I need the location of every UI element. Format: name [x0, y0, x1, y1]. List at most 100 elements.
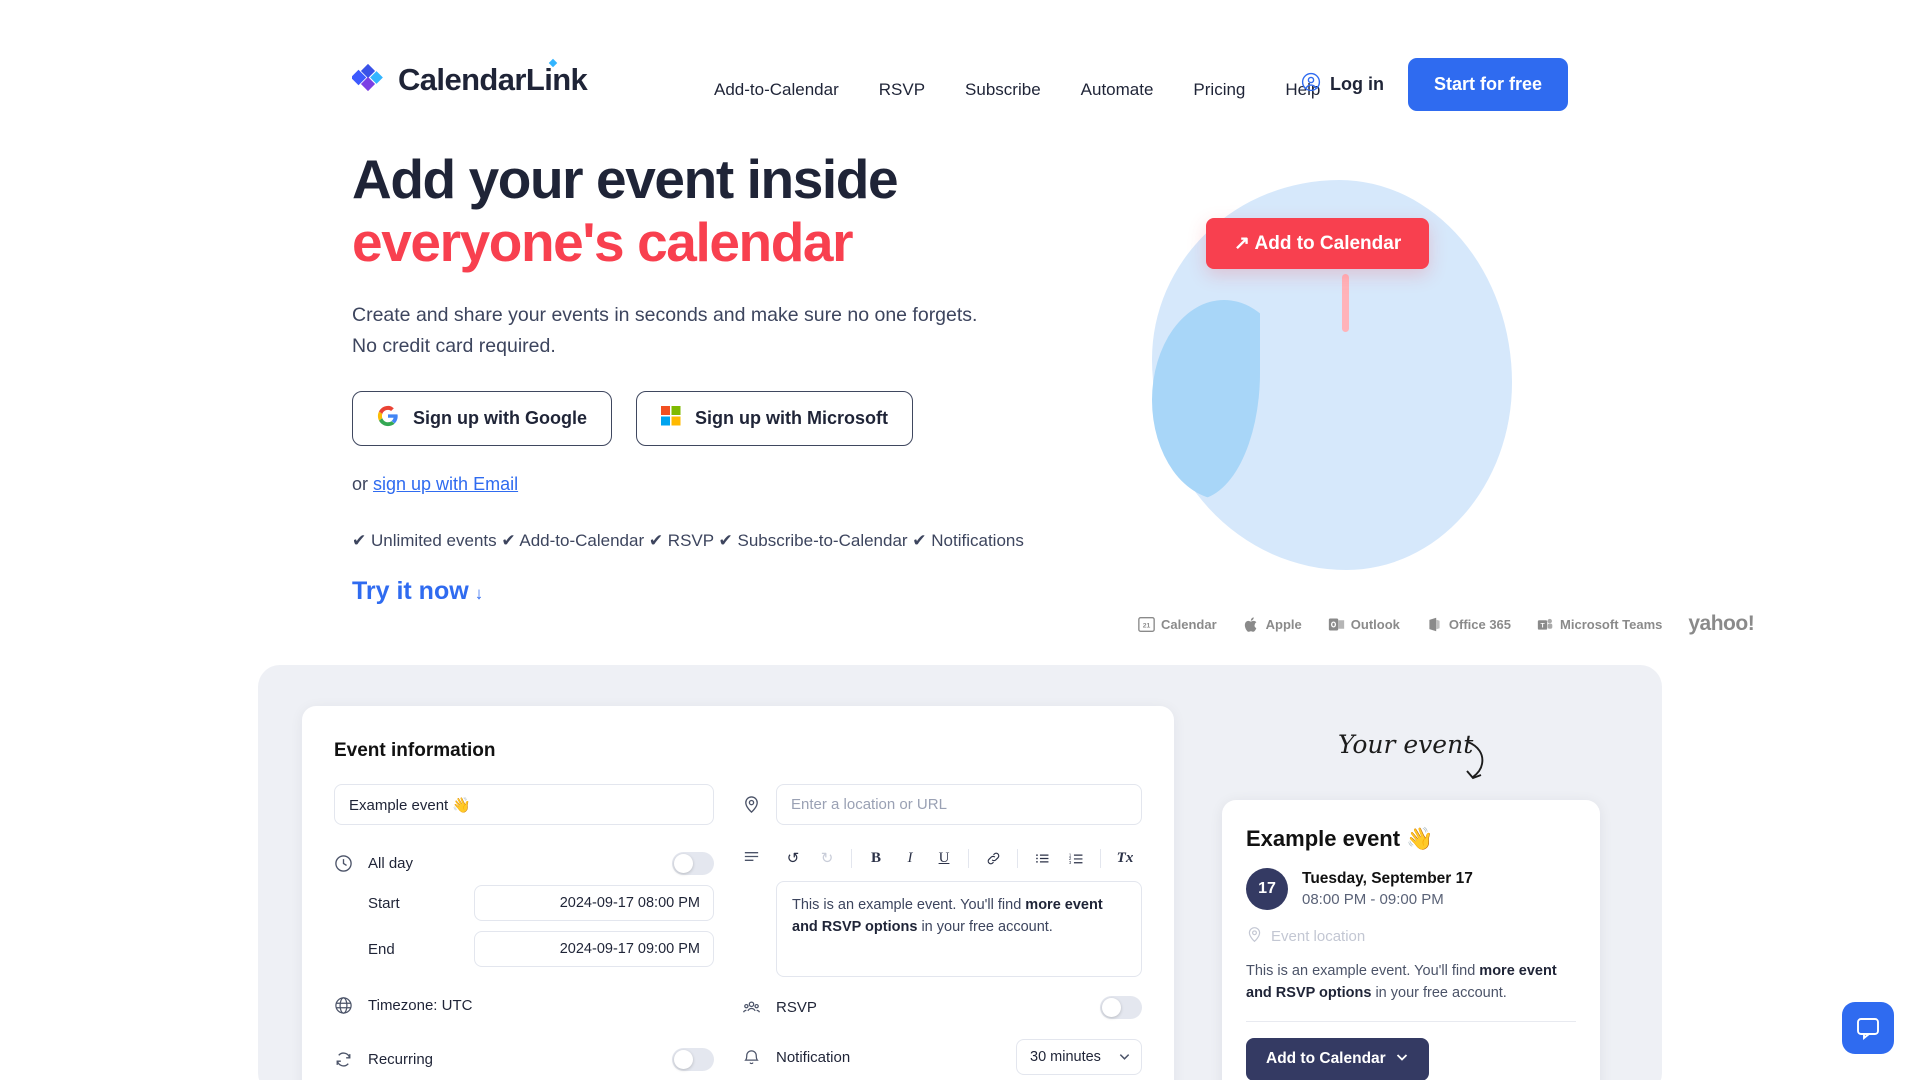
recurring-row: Recurring	[334, 1039, 714, 1079]
form-right-column: ↺ ↻ B I U	[742, 784, 1142, 1079]
notification-select-wrap: 30 minutes	[1016, 1039, 1142, 1075]
landing-page: CalendarLink Add-to-Calendar RSVP Subscr…	[0, 0, 1920, 1080]
hero-section: Add your event inside everyone's calenda…	[352, 150, 1092, 606]
oauth-buttons: Sign up with Google Sign up with Microso…	[352, 390, 1092, 446]
hero-subtitle-line1: Create and share your events in seconds …	[352, 303, 978, 326]
recurring-toggle[interactable]	[672, 1047, 714, 1071]
provider-outlook: Outlook	[1328, 616, 1400, 633]
nav-item-pricing[interactable]: Pricing	[1173, 74, 1265, 106]
logo-text-part2: Link	[525, 62, 588, 97]
clear-formatting-button[interactable]: Tx	[1108, 843, 1142, 873]
notification-select[interactable]: 30 minutes	[1016, 1039, 1142, 1075]
signup-microsoft-button[interactable]: Sign up with Microsoft	[635, 390, 913, 446]
end-datetime-input[interactable]	[474, 931, 714, 967]
rich-text-toolbar: ↺ ↻ B I U 1 2 3 Tx	[776, 843, 1142, 873]
down-arrow-icon: ↓	[474, 583, 484, 603]
provider-apple: Apple	[1243, 616, 1302, 633]
logo-diamonds-icon	[350, 63, 386, 97]
your-event-annotation: Your event	[1338, 730, 1474, 759]
location-row	[742, 784, 1142, 825]
timezone-label: Timezone: UTC	[368, 996, 473, 1014]
description-text-part2: in your free account.	[917, 918, 1053, 935]
login-label: Log in	[1329, 74, 1384, 94]
underline-button[interactable]: U	[927, 843, 961, 873]
provider-label: Microsoft Teams	[1560, 616, 1663, 632]
provider-label: Apple	[1265, 616, 1302, 632]
svg-text:21: 21	[1143, 622, 1151, 629]
preview-title: Example event 👋	[1246, 826, 1434, 851]
end-label: End	[368, 940, 395, 958]
google-icon	[377, 405, 399, 432]
provider-label: Calendar	[1161, 616, 1217, 632]
start-for-free-button[interactable]: Start for free	[1407, 58, 1568, 111]
nav-item-subscribe[interactable]: Subscribe	[945, 74, 1061, 106]
toolbar-divider	[851, 848, 852, 868]
preview-add-to-calendar-button[interactable]: Add to Calendar	[1246, 1037, 1429, 1080]
globe-icon	[334, 996, 356, 1015]
preview-time: 08:00 PM - 09:00 PM	[1302, 891, 1444, 908]
start-datetime-input[interactable]	[474, 885, 714, 921]
login-button[interactable]: Log in	[1301, 72, 1384, 97]
event-title-input[interactable]	[334, 784, 714, 825]
toolbar-divider	[1017, 848, 1018, 868]
form-grid: All day Start End	[334, 784, 1142, 1079]
timezone-row[interactable]: Timezone: UTC	[334, 985, 714, 1025]
signup-email-link[interactable]: sign up with Email	[373, 474, 518, 494]
form-heading: Event information	[334, 740, 496, 761]
preview-location: Event location	[1246, 926, 1576, 947]
chat-widget-button[interactable]	[1842, 1002, 1894, 1054]
bullet-list-icon[interactable]	[1025, 843, 1059, 873]
bold-button[interactable]: B	[859, 843, 893, 873]
all-day-toggle[interactable]	[672, 851, 714, 875]
notification-label: Notification	[776, 1048, 851, 1066]
office365-icon	[1429, 617, 1440, 631]
logo[interactable]: CalendarLink	[350, 58, 588, 98]
recurring-label: Recurring	[368, 1050, 434, 1068]
teams-icon: T	[1537, 618, 1553, 630]
toolbar-divider	[968, 848, 969, 868]
signup-google-button[interactable]: Sign up with Google	[352, 390, 612, 446]
nav-item-automate[interactable]: Automate	[1061, 74, 1174, 106]
preview-add-label: Add to Calendar	[1266, 1050, 1386, 1067]
description-editor[interactable]: This is an example event. You'll find mo…	[776, 881, 1142, 977]
try-it-now-label: Try it now	[352, 576, 469, 605]
italic-button[interactable]: I	[893, 843, 927, 873]
location-input[interactable]	[776, 784, 1142, 825]
main-navigation: Add-to-Calendar RSVP Subscribe Automate …	[694, 74, 1340, 106]
event-form-card: Event information All day Start	[302, 706, 1174, 1080]
hero-subtitle: Create and share your events in seconds …	[352, 300, 1092, 363]
hero-subtitle-line2: No credit card required.	[352, 335, 556, 358]
provider-label: Office 365	[1448, 616, 1512, 632]
chat-icon	[1857, 1018, 1879, 1040]
signup-microsoft-label: Sign up with Microsoft	[694, 407, 888, 428]
form-left-column: All day Start End	[334, 784, 714, 1079]
signup-google-label: Sign up with Google	[413, 407, 587, 428]
provider-teams: T Microsoft Teams	[1537, 616, 1662, 633]
numbered-list-icon[interactable]: 123	[1059, 843, 1093, 873]
logo-text-part1: Calendar	[398, 62, 526, 97]
location-pin-icon	[1246, 926, 1263, 947]
chevron-down-icon	[1395, 1050, 1409, 1069]
nav-item-rsvp[interactable]: RSVP	[859, 74, 945, 106]
hero-add-to-calendar-button[interactable]: ↗ Add to Calendar	[1206, 218, 1430, 269]
preview-date: Tuesday, September 17	[1302, 870, 1473, 887]
refresh-icon	[334, 1050, 356, 1069]
link-icon[interactable]	[976, 843, 1010, 873]
all-day-label: All day	[368, 854, 414, 872]
svg-text:3: 3	[1068, 860, 1071, 865]
description-lines-icon	[742, 847, 764, 866]
rsvp-toggle[interactable]	[1100, 995, 1142, 1019]
try-it-now-link[interactable]: Try it now ↓	[352, 577, 483, 606]
nav-item-add-to-calendar[interactable]: Add-to-Calendar	[694, 74, 859, 106]
preview-date-row: 17 Tuesday, September 17 08:00 PM - 09:0…	[1246, 868, 1576, 910]
feature-list: ✔ Unlimited events ✔ Add-to-Calendar ✔ R…	[352, 530, 1024, 550]
site-header: CalendarLink Add-to-Calendar RSVP Subscr…	[0, 28, 1920, 111]
user-circle-icon	[1301, 72, 1321, 97]
microsoft-icon	[660, 405, 681, 431]
apple-icon	[1244, 616, 1256, 632]
provider-logos: 21 Calendar Apple Outlook Office 365 T M…	[1138, 612, 1755, 636]
undo-button[interactable]: ↺	[776, 843, 810, 873]
all-day-row: All day	[334, 843, 714, 883]
preview-location-label: Event location	[1271, 928, 1366, 945]
redo-button[interactable]: ↻	[810, 843, 844, 873]
